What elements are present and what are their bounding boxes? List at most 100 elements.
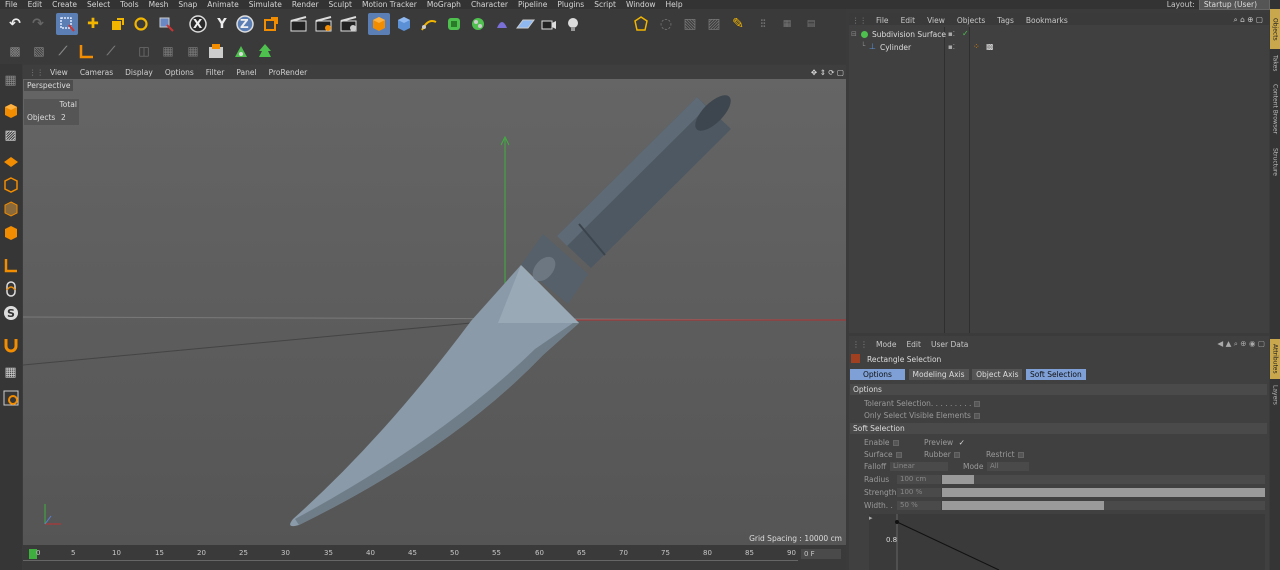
polygon-object-icon[interactable] xyxy=(393,13,415,35)
timeline[interactable]: 0 5 10 15 20 25 30 35 40 45 50 55 60 65 … xyxy=(23,545,846,570)
enable-axis-icon[interactable]: ✎ xyxy=(727,13,749,35)
texture-tool-icon[interactable]: ▨ xyxy=(0,125,21,146)
enable-checkbox[interactable] xyxy=(892,440,899,446)
menu-tools[interactable]: Tools xyxy=(115,0,143,9)
object-menu-view[interactable]: View xyxy=(921,16,951,25)
floor-icon[interactable] xyxy=(514,13,536,35)
viewport-navigation-icons[interactable]: ✥ ⇕ ⟳ ▢ xyxy=(805,68,846,77)
animation-mode-icon[interactable]: ⟋ xyxy=(100,40,122,62)
polygons-mode-icon[interactable]: ▧ xyxy=(679,13,701,35)
model-mode-icon[interactable]: ▩ xyxy=(4,40,26,62)
object-menu-bookmarks[interactable]: Bookmarks xyxy=(1020,16,1074,25)
object-menu-tags[interactable]: Tags xyxy=(991,16,1020,25)
rotate-icon[interactable] xyxy=(130,13,152,35)
options-section-header[interactable]: Options xyxy=(850,384,1267,395)
camera-icon[interactable] xyxy=(538,13,560,35)
tweak-tool-icon[interactable] xyxy=(0,278,21,299)
side-tab-attributes[interactable]: Attributes xyxy=(1270,339,1280,379)
coordinate-system-icon[interactable] xyxy=(260,13,282,35)
tab-modeling-axis[interactable]: Modeling Axis xyxy=(908,369,969,380)
grid-icon[interactable]: ▦ xyxy=(182,40,204,62)
layout-dropdown[interactable]: Startup (User) xyxy=(1198,0,1270,10)
viewport-menu-display[interactable]: Display xyxy=(119,68,159,77)
viewport-menu-view[interactable]: View xyxy=(44,68,74,77)
model-tool-icon[interactable] xyxy=(0,100,21,121)
radius-field[interactable]: 100 cm xyxy=(897,475,941,484)
restrict-checkbox[interactable] xyxy=(1017,452,1024,458)
viewport-menu-filter[interactable]: Filter xyxy=(200,68,231,77)
object-row-cylinder[interactable]: └ ⊥ Cylinder ▪⁚ ⁘ ▩ xyxy=(851,42,1271,54)
object-name[interactable]: Cylinder xyxy=(880,43,911,52)
light-icon[interactable] xyxy=(562,13,584,35)
object-menu-objects[interactable]: Objects xyxy=(951,16,991,25)
enable-axis-tool-icon[interactable] xyxy=(0,254,21,275)
side-tab-objects[interactable]: Objects xyxy=(1270,9,1280,49)
falloff-dropdown[interactable]: Linear xyxy=(890,462,948,471)
visibility-dots-icon[interactable]: ▪⁚ xyxy=(948,43,955,51)
only-visible-checkbox[interactable] xyxy=(973,413,980,419)
live-selection-icon[interactable] xyxy=(155,13,177,35)
workplane-icon[interactable]: ▤ xyxy=(800,13,822,35)
lock-workplane-icon[interactable]: ▦ xyxy=(0,362,21,383)
texture-tag-icon[interactable]: ▩ xyxy=(986,42,994,51)
viewport-solo-icon[interactable]: ▦ xyxy=(157,40,179,62)
rubber-checkbox[interactable] xyxy=(953,452,960,458)
viewport-menu-options[interactable]: Options xyxy=(159,68,200,77)
magnet-icon[interactable] xyxy=(0,334,21,355)
make-editable-icon[interactable]: ▦ xyxy=(0,70,21,91)
menu-edit[interactable]: Edit xyxy=(23,0,48,9)
points-tool-icon[interactable] xyxy=(0,174,21,195)
grid-snap-icon[interactable] xyxy=(0,387,21,408)
z-axis-lock-icon[interactable]: Z xyxy=(234,13,256,35)
menu-create[interactable]: Create xyxy=(47,0,82,9)
y-axis-lock-icon[interactable]: Y xyxy=(211,13,233,35)
strength-slider-track[interactable] xyxy=(942,488,1265,497)
menu-help[interactable]: Help xyxy=(661,0,688,9)
object-menu-edit[interactable]: Edit xyxy=(895,16,922,25)
tweak-mode-icon[interactable]: ⫶⫶ xyxy=(752,13,774,35)
workplane-tool-icon[interactable] xyxy=(0,149,21,170)
viewport-menu-cameras[interactable]: Cameras xyxy=(74,68,119,77)
subdivision-surface-icon[interactable] xyxy=(443,13,465,35)
menu-render[interactable]: Render xyxy=(287,0,324,9)
snap-tool-icon[interactable]: S xyxy=(0,302,21,323)
mode-dropdown[interactable]: All xyxy=(987,462,1029,471)
perspective-viewport[interactable]: Perspective Total Objects 2 Grid Spacing… xyxy=(23,79,846,545)
points-mode-icon[interactable] xyxy=(630,13,652,35)
scale-icon[interactable] xyxy=(106,13,128,35)
sculpt-icon[interactable] xyxy=(230,40,252,62)
side-tab-content-browser[interactable]: Content Browser xyxy=(1270,77,1280,141)
menu-character[interactable]: Character xyxy=(466,0,513,9)
menu-mograph[interactable]: MoGraph xyxy=(422,0,466,9)
phong-tag-icon[interactable]: ⁘ xyxy=(973,42,980,51)
object-menu-file[interactable]: File xyxy=(870,16,895,25)
uv-mode-icon[interactable]: ▨ xyxy=(703,13,725,35)
polygons-tool-icon[interactable] xyxy=(0,222,21,243)
menu-mesh[interactable]: Mesh xyxy=(144,0,174,9)
viewport-menu-prorender[interactable]: ProRender xyxy=(263,68,314,77)
menu-plugins[interactable]: Plugins xyxy=(552,0,589,9)
spline-pen-icon[interactable] xyxy=(418,13,440,35)
cube-object-icon[interactable] xyxy=(368,13,390,35)
content-browser-icon[interactable] xyxy=(205,40,227,62)
solo-mode-icon[interactable]: ◫ xyxy=(133,40,155,62)
plant-icon[interactable] xyxy=(254,40,276,62)
menu-sculpt[interactable]: Sculpt xyxy=(324,0,357,9)
width-field[interactable]: 50 % xyxy=(897,501,941,510)
object-name[interactable]: Subdivision Surface xyxy=(872,30,946,39)
rectangle-selection-icon[interactable] xyxy=(56,13,78,35)
undo-icon[interactable]: ↶ xyxy=(4,13,26,35)
width-slider-track[interactable] xyxy=(942,501,1265,510)
workplane-mode-icon[interactable] xyxy=(76,40,98,62)
side-tab-takes[interactable]: Takes xyxy=(1270,51,1280,75)
edges-tool-icon[interactable] xyxy=(0,198,21,219)
attribute-nav-icons[interactable]: ◀ ▲ ⌕ ⊕ ◉ ▢ xyxy=(1217,339,1269,349)
object-row-subdivision-surface[interactable]: ⊟ Subdivision Surface ▪⁚ ✓ xyxy=(851,29,1271,41)
texture-mode-icon[interactable]: ▧ xyxy=(28,40,50,62)
menu-script[interactable]: Script xyxy=(589,0,621,9)
attr-menu-mode[interactable]: Mode xyxy=(871,340,901,349)
render-view-icon[interactable] xyxy=(288,13,310,35)
side-tab-layers[interactable]: Layers xyxy=(1270,381,1280,409)
attr-menu-user-data[interactable]: User Data xyxy=(926,340,973,349)
menu-animate[interactable]: Animate xyxy=(202,0,243,9)
